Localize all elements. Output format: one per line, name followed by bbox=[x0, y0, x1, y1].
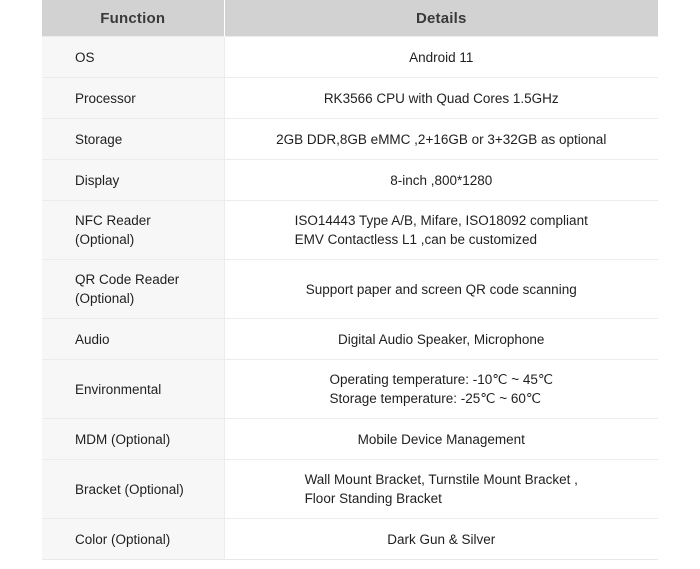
details-text: Mobile Device Management bbox=[357, 431, 525, 447]
details-text: Android 11 bbox=[409, 49, 474, 65]
table-row: Audio Digital Audio Speaker, Microphone bbox=[42, 318, 658, 360]
cell-function: Processor bbox=[42, 77, 225, 119]
details-text: 8-inch ,800*1280 bbox=[390, 172, 493, 188]
table-row: QR Code Reader (Optional) Support paper an… bbox=[42, 259, 658, 319]
cell-function: Audio bbox=[42, 318, 225, 360]
table-header-row: Function Details bbox=[42, 0, 658, 37]
cell-details: Operating temperature: -10℃ ~ 45℃ Storag… bbox=[224, 359, 658, 419]
cell-details: Digital Audio Speaker, Microphone bbox=[224, 318, 658, 360]
table-row: Storage 2GB DDR,8GB eMMC ,2+16GB or 3+32G… bbox=[42, 118, 658, 160]
details-text: 2GB DDR,8GB eMMC ,2+16GB or 3+32GB as op… bbox=[276, 131, 607, 147]
table-body: OS Android 11 Processor RK3566 CPU with Qua… bbox=[42, 36, 658, 560]
function-label: QR Code Reader bbox=[75, 272, 180, 287]
cell-details: Mobile Device Management bbox=[224, 418, 658, 460]
column-header-details: Details bbox=[224, 0, 658, 37]
cell-details: Wall Mount Bracket, Turnstile Mount Brac… bbox=[224, 459, 658, 519]
function-label: Environmental bbox=[75, 381, 162, 397]
cell-function: QR Code Reader (Optional) bbox=[42, 259, 225, 319]
table-row: Bracket (Optional) Wall Mount Bracket, Tu… bbox=[42, 459, 658, 519]
function-label-optional: (Optional) bbox=[75, 232, 135, 247]
cell-function: Bracket (Optional) bbox=[42, 459, 225, 519]
details-text: Digital Audio Speaker, Microphone bbox=[338, 331, 545, 347]
function-label: MDM (Optional) bbox=[75, 431, 171, 447]
specification-sheet: Function Details OS Android 11 Processor RK… bbox=[42, 0, 658, 560]
function-label: Processor bbox=[75, 90, 136, 106]
details-text: Support paper and screen QR code scannin… bbox=[305, 281, 577, 297]
cell-details: RK3566 CPU with Quad Cores 1.5GHz bbox=[224, 77, 658, 119]
specifications-table: Function Details OS Android 11 Processor RK… bbox=[42, 0, 658, 560]
cell-function: Color (Optional) bbox=[42, 518, 225, 560]
function-label-optional: (Optional) bbox=[75, 291, 135, 306]
function-label: NFC Reader bbox=[75, 213, 151, 228]
column-header-function: Function bbox=[42, 0, 225, 37]
details-text: ISO14443 Type A/B, Mifare, ISO18092 comp… bbox=[294, 213, 588, 247]
cell-details: ISO14443 Type A/B, Mifare, ISO18092 comp… bbox=[224, 200, 658, 260]
details-text: Wall Mount Bracket, Turnstile Mount Brac… bbox=[304, 472, 578, 506]
function-label: Bracket (Optional) bbox=[75, 481, 184, 497]
cell-function: Environmental bbox=[42, 359, 225, 419]
table-row: OS Android 11 bbox=[42, 36, 658, 78]
table-row: Environmental Operating temperature: -10℃… bbox=[42, 359, 658, 419]
cell-details: 2GB DDR,8GB eMMC ,2+16GB or 3+32GB as op… bbox=[224, 118, 658, 160]
table-header: Function Details bbox=[42, 0, 658, 37]
cell-function: Storage bbox=[42, 118, 225, 160]
table-row: NFC Reader (Optional) ISO14443 Type A/B, M… bbox=[42, 200, 658, 260]
cell-details: 8-inch ,800*1280 bbox=[224, 159, 658, 201]
cell-function: NFC Reader (Optional) bbox=[42, 200, 225, 260]
cell-details: Support paper and screen QR code scannin… bbox=[224, 259, 658, 319]
function-label: Display bbox=[75, 172, 120, 188]
cell-details: Dark Gun & Silver bbox=[224, 518, 658, 560]
cell-function: Display bbox=[42, 159, 225, 201]
function-label: OS bbox=[75, 49, 95, 65]
table-row: Color (Optional) Dark Gun & Silver bbox=[42, 518, 658, 560]
function-label: Audio bbox=[75, 331, 110, 347]
cell-function: MDM (Optional) bbox=[42, 418, 225, 460]
table-row: Processor RK3566 CPU with Quad Cores 1.5G… bbox=[42, 77, 658, 119]
cell-function: OS bbox=[42, 36, 225, 78]
cell-details: Android 11 bbox=[224, 36, 658, 78]
details-text: RK3566 CPU with Quad Cores 1.5GHz bbox=[323, 90, 559, 106]
function-label: Storage bbox=[75, 131, 123, 147]
table-row: MDM (Optional) Mobile Device Management bbox=[42, 418, 658, 460]
details-text: Dark Gun & Silver bbox=[387, 531, 496, 547]
details-text: Operating temperature: -10℃ ~ 45℃ Storag… bbox=[329, 372, 554, 406]
function-label: Color (Optional) bbox=[75, 531, 171, 547]
table-row: Display 8-inch ,800*1280 bbox=[42, 159, 658, 201]
